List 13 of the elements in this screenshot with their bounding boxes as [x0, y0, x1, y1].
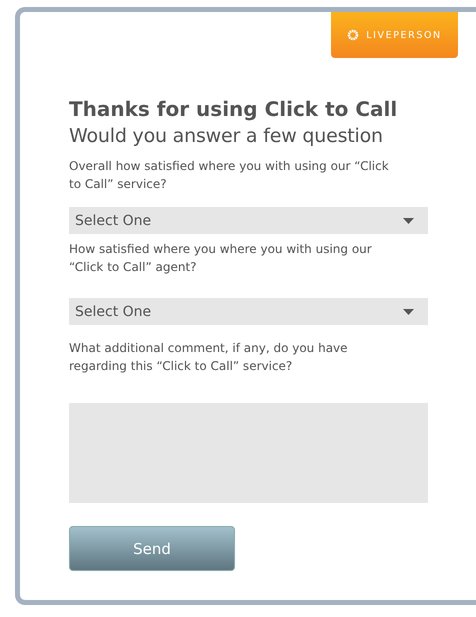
survey-subtitle: Would you answer a few question — [69, 125, 384, 147]
question-text: What additional comment, if any, do you have regarding this “Click to Call” service? — [69, 340, 349, 375]
sun-icon — [347, 29, 360, 41]
caret-icon — [403, 308, 414, 314]
question-text: How satisfied where you where you with using our “Click to Call” agent? — [69, 241, 373, 276]
logo-text: LIVEPERSON — [366, 30, 442, 40]
select-dropdown[interactable]: Select One — [69, 298, 428, 325]
select-dropdown[interactable]: Select One — [69, 207, 428, 234]
comment-field[interactable] — [69, 403, 428, 503]
question-text: Overall how satisfied where you with using our “Click to Call” service? — [69, 158, 390, 193]
caret-icon — [403, 218, 414, 224]
send-button[interactable]: Send — [69, 526, 235, 571]
survey-title: Thanks for using Click to Call — [69, 97, 398, 121]
